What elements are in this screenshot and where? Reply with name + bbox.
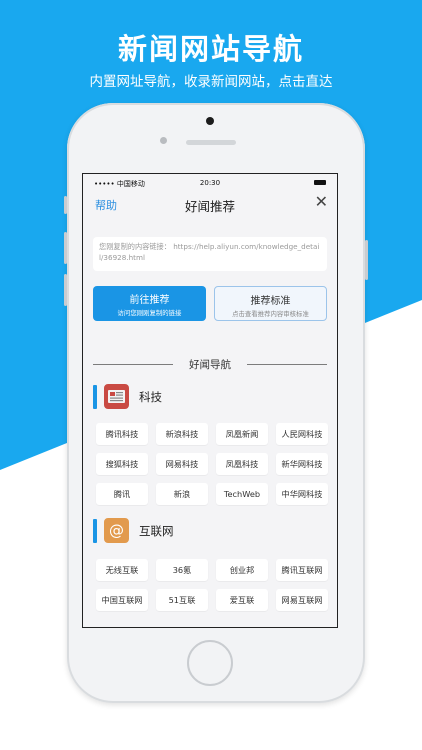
recommend-standard-sublabel: 点击查看推荐内容审核标准 [232, 310, 309, 318]
site-chip[interactable]: 凤凰新闻 [216, 423, 268, 445]
site-chip[interactable]: 新华网科技 [276, 453, 328, 475]
phone-mute-switch [64, 196, 67, 214]
promo-headline: 新闻网站导航 [117, 32, 304, 66]
site-chip[interactable]: 创业邦 [216, 559, 268, 581]
newspaper-icon [104, 384, 129, 409]
site-chip[interactable]: 新浪 [156, 483, 208, 505]
go-recommend-sublabel: 访问您刚刚复制的链接 [117, 309, 182, 317]
category-label-tech: 科技 [139, 390, 162, 404]
site-chip[interactable]: 爱互联 [216, 589, 268, 611]
phone-volume-up [64, 232, 67, 264]
status-bar: ••••• 中国移动 20:30 [83, 174, 337, 190]
home-button[interactable] [187, 640, 233, 686]
promo-subline: 内置网址导航，收录新闻网站，点击直达 [89, 74, 333, 90]
site-chip[interactable]: 网易科技 [156, 453, 208, 475]
site-chip[interactable]: 中华网科技 [276, 483, 328, 505]
page-title: 好闻推荐 [184, 199, 235, 214]
copied-link-box[interactable]: 您刚复制的内容链接： https://help.aliyun.com/knowl… [93, 237, 327, 271]
site-chip[interactable]: 中国互联网 [96, 589, 148, 611]
section-title: 好闻导航 [189, 359, 231, 371]
category-marker [93, 519, 97, 543]
phone-power-button [365, 240, 368, 280]
earpiece-speaker [186, 140, 236, 145]
site-chip[interactable]: 腾讯互联网 [276, 559, 328, 581]
front-sensor [206, 117, 214, 125]
site-chip[interactable]: 无线互联 [96, 559, 148, 581]
site-chip[interactable]: 51互联 [156, 589, 208, 611]
front-camera [160, 137, 167, 144]
category-label-internet: 互联网 [139, 524, 174, 538]
site-chip[interactable]: 搜狐科技 [96, 453, 148, 475]
at-sign-icon: @ [104, 518, 129, 543]
site-chip[interactable]: 腾讯 [96, 483, 148, 505]
status-time: 20:30 [199, 179, 221, 187]
recommend-standard-label: 推荐标准 [250, 296, 291, 307]
site-chip[interactable]: 网易互联网 [276, 589, 328, 611]
category-marker [93, 385, 97, 409]
nav-bar: 帮助 好闻推荐 ✕ [83, 192, 337, 218]
site-chip[interactable]: 凤凰科技 [216, 453, 268, 475]
copied-link-label: 您刚复制的内容链接： [99, 242, 171, 251]
go-recommend-label: 前往推荐 [129, 295, 170, 306]
site-chip[interactable]: TechWeb [216, 483, 268, 505]
go-recommend-button[interactable]: 前往推荐 访问您刚刚复制的链接 [93, 286, 206, 321]
site-chip[interactable]: 36氪 [156, 559, 208, 581]
site-chip[interactable]: 腾讯科技 [96, 423, 148, 445]
site-chip[interactable]: 新浪科技 [156, 423, 208, 445]
battery-icon [314, 180, 326, 185]
site-chip[interactable]: 人民网科技 [276, 423, 328, 445]
svg-text:@: @ [109, 522, 124, 540]
recommend-standard-button[interactable]: 推荐标准 点击查看推荐内容审核标准 [214, 286, 327, 321]
phone-volume-down [64, 274, 67, 306]
app-screen: ••••• 中国移动 20:30 帮助 好闻推荐 ✕ 您刚复制的内容链接： ht… [82, 173, 338, 628]
close-icon[interactable]: ✕ [315, 194, 328, 210]
